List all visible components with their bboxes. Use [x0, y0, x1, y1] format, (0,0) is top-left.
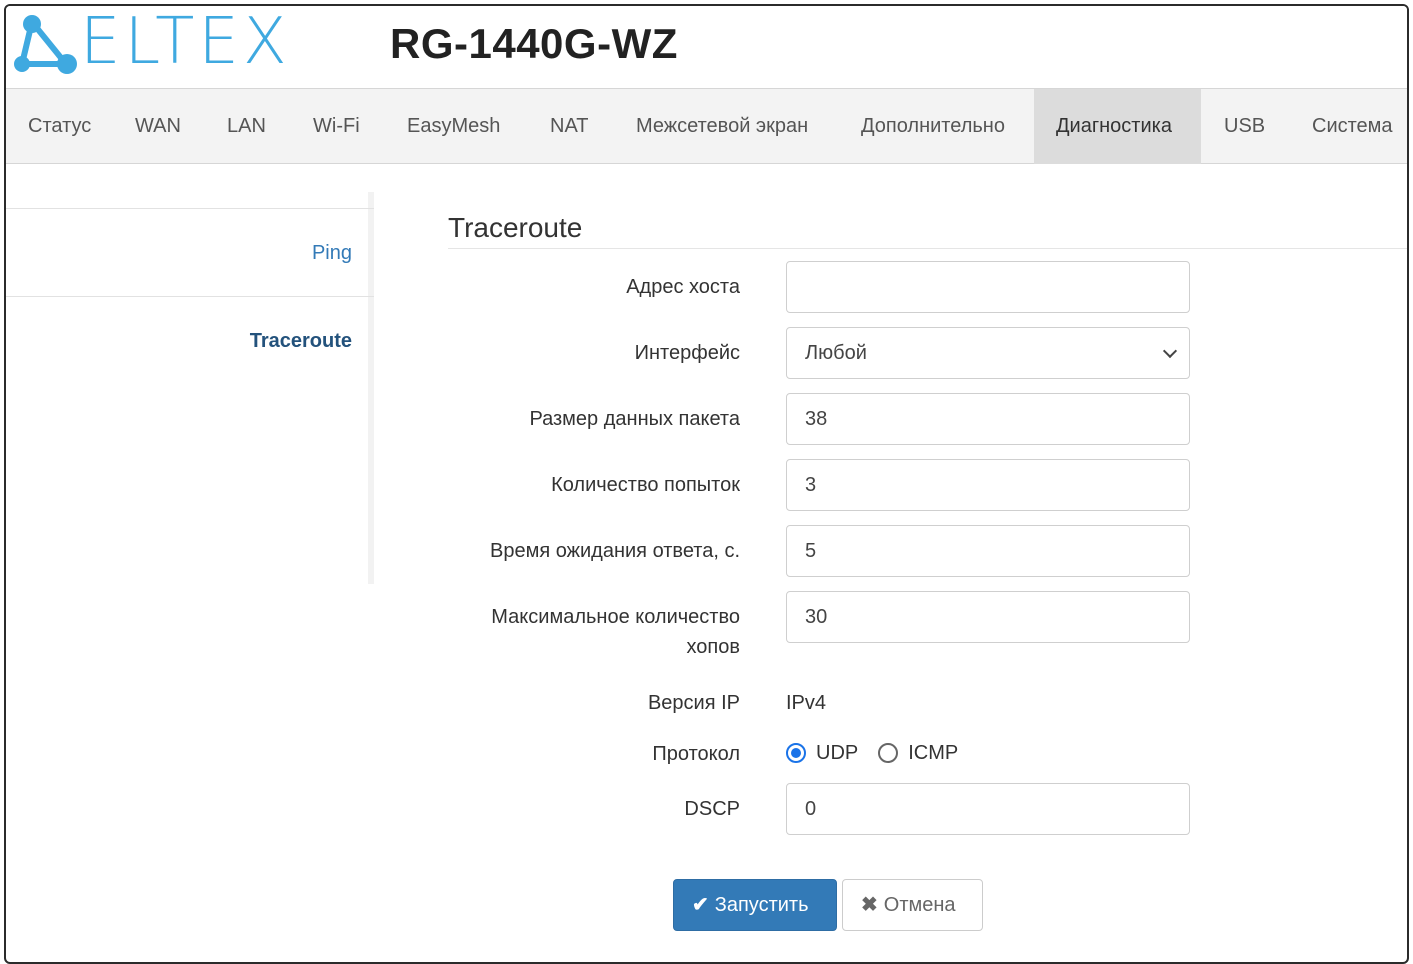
- check-icon: ✔: [692, 894, 709, 916]
- nav-item-easymesh[interactable]: EasyMesh: [385, 89, 522, 164]
- close-icon: ✖: [861, 894, 878, 916]
- host-input[interactable]: [786, 261, 1190, 313]
- nav-item-status[interactable]: Статус: [6, 89, 113, 164]
- eltex-logo[interactable]: ELTEX: [10, 6, 300, 78]
- timeout-label: Время ожидания ответа, с.: [490, 540, 740, 562]
- run-button[interactable]: ✔ Запустить: [673, 879, 837, 931]
- main-nav: Статус WAN LAN Wi-Fi EasyMesh NAT Межсет…: [6, 88, 1407, 164]
- interface-label: Интерфейс: [634, 342, 740, 364]
- nav-item-lan[interactable]: LAN: [205, 89, 288, 164]
- packet-size-label: Размер данных пакета: [529, 408, 740, 430]
- ip-version-label: Версия IP: [647, 692, 740, 714]
- host-label: Адрес хоста: [626, 276, 740, 298]
- interface-select-value: Любой: [805, 342, 867, 364]
- interface-select[interactable]: Любой: [786, 327, 1190, 379]
- dscp-input[interactable]: 0: [786, 783, 1190, 835]
- attempts-label: Количество попыток: [551, 474, 740, 496]
- protocol-label: Протокол: [652, 743, 740, 765]
- header: ELTEX RG-1440G-WZ: [6, 6, 1407, 88]
- cancel-button-label: Отмена: [883, 894, 956, 916]
- run-button-label: Запустить: [714, 894, 809, 916]
- protocol-icmp-label[interactable]: ICMP: [908, 738, 958, 768]
- max-hops-label-line2: хопов: [686, 636, 740, 658]
- network-logo-icon: [14, 15, 77, 74]
- nav-item-system[interactable]: Система: [1290, 89, 1407, 164]
- dscp-label: DSCP: [684, 798, 740, 820]
- nav-item-firewall[interactable]: Межсетевой экран: [614, 89, 830, 164]
- device-model-title: RG-1440G-WZ: [390, 20, 678, 67]
- nav-item-wifi[interactable]: Wi-Fi: [291, 89, 382, 164]
- cancel-button[interactable]: ✖ Отмена: [842, 879, 983, 931]
- nav-item-usb[interactable]: USB: [1202, 89, 1287, 164]
- sidebar-item-traceroute[interactable]: Traceroute: [6, 296, 374, 384]
- sidebar: Ping Traceroute: [6, 192, 374, 584]
- protocol-udp-radio[interactable]: [786, 742, 806, 763]
- protocol-icmp-radio[interactable]: [878, 742, 899, 763]
- logo-text: ELTEX: [80, 5, 291, 79]
- nav-item-wan[interactable]: WAN: [113, 89, 203, 164]
- max-hops-label-line1: Максимальное количество: [491, 606, 740, 628]
- protocol-radio-group: UDP ICMP: [786, 739, 978, 769]
- nav-item-nat[interactable]: NAT: [528, 89, 611, 164]
- timeout-input[interactable]: 5: [786, 525, 1190, 577]
- sidebar-item-ping[interactable]: Ping: [6, 208, 374, 296]
- ip-version-value: IPv4: [786, 692, 827, 714]
- attempts-input[interactable]: 3: [786, 459, 1190, 511]
- max-hops-label: Максимальное количество хопов: [491, 602, 740, 662]
- nav-item-diagnostics[interactable]: Диагностика: [1034, 89, 1201, 164]
- protocol-udp-label[interactable]: UDP: [816, 738, 858, 768]
- max-hops-input[interactable]: 30: [786, 591, 1190, 643]
- nav-item-advanced[interactable]: Дополнительно: [839, 89, 1027, 164]
- section-title: Traceroute: [448, 212, 583, 243]
- packet-size-input[interactable]: 38: [786, 393, 1190, 445]
- app-window: ELTEX RG-1440G-WZ Статус WAN LAN Wi-Fi E…: [4, 4, 1409, 964]
- divider: [448, 248, 1407, 249]
